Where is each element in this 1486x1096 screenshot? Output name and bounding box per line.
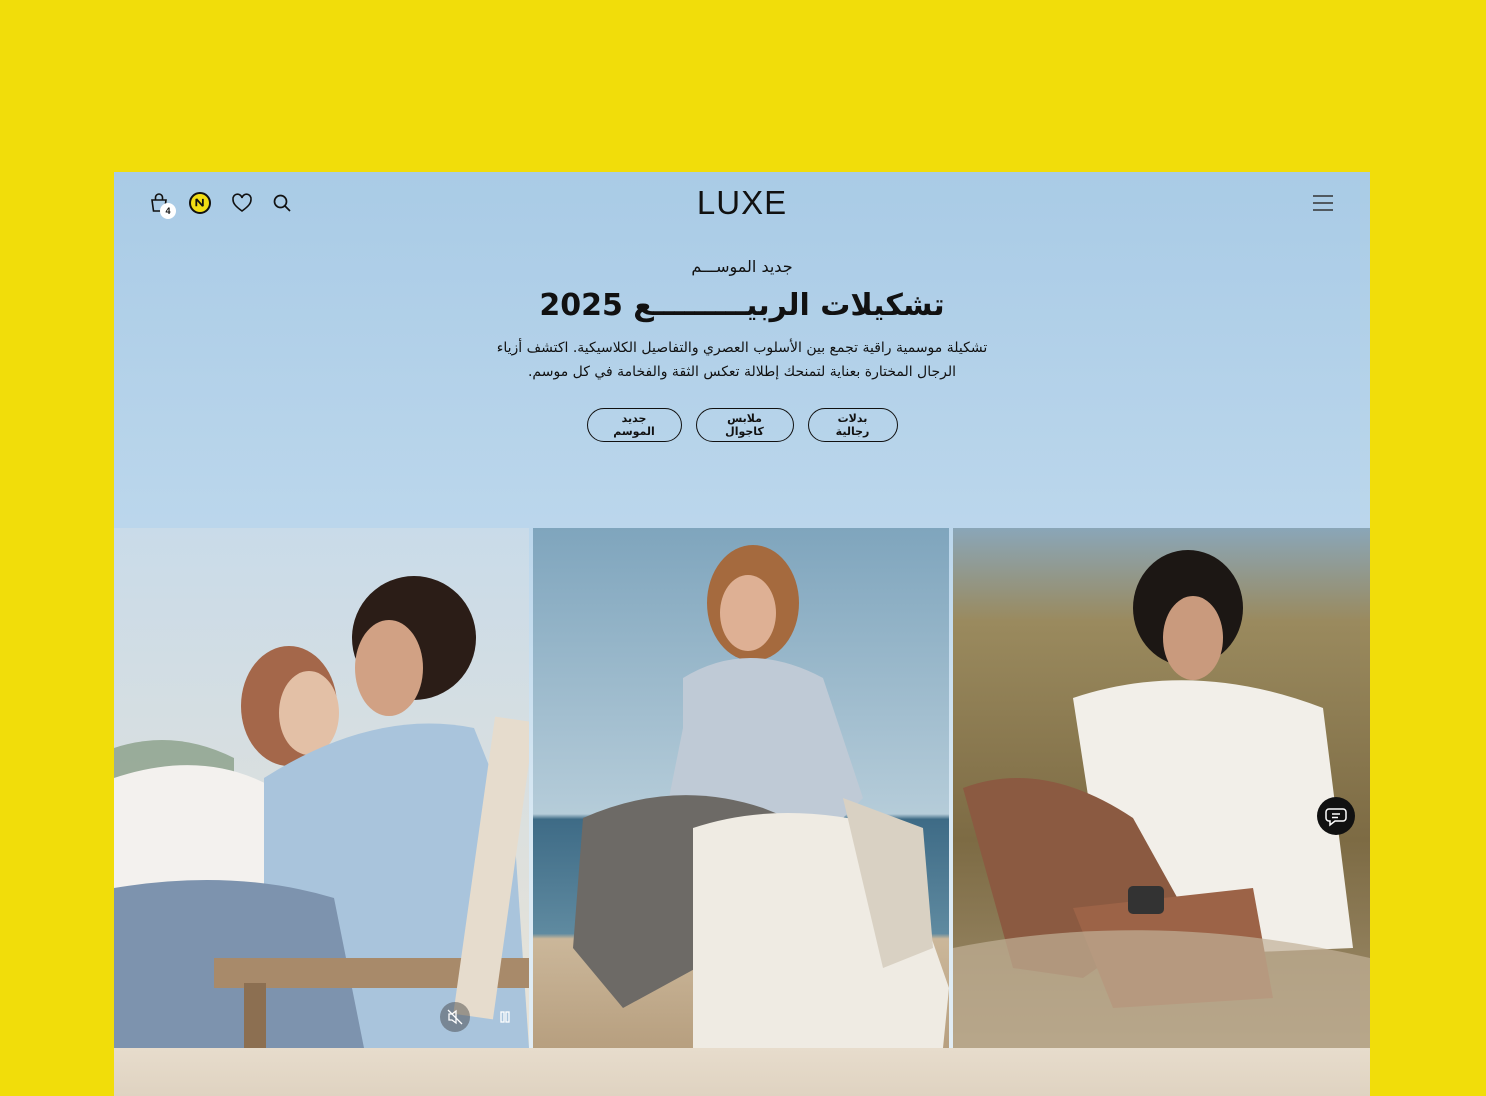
hero-photo-couple bbox=[114, 528, 529, 1048]
hero-title: تشكيلات الربيـــــــــع 2025 bbox=[539, 288, 945, 323]
casual-wear-button[interactable]: ملابس كاجوال bbox=[695, 408, 794, 442]
menu-icon[interactable] bbox=[1312, 194, 1334, 212]
hero-photo-man bbox=[953, 528, 1370, 1048]
chat-icon[interactable] bbox=[1317, 797, 1355, 835]
hero-photo-woman bbox=[533, 528, 949, 1048]
hero-buttons: جديد الموسم ملابس كاجوال بدلات رجالية bbox=[114, 408, 1370, 442]
sand-strip bbox=[114, 1048, 1370, 1096]
hero-section: جديد الموســـم تشكيلات الربيـــــــــع 2… bbox=[114, 256, 1370, 384]
site-header: 4 LUXE bbox=[114, 172, 1370, 234]
hero-description: تشكيلة موسمية راقية تجمع بين الأسلوب الع… bbox=[496, 340, 988, 380]
mute-icon[interactable] bbox=[440, 1002, 470, 1032]
hero-eyebrow: جديد الموســـم bbox=[691, 257, 793, 276]
new-season-button[interactable]: جديد الموسم bbox=[586, 408, 682, 442]
page-frame: 4 LUXE جديد الموســـم تشكيلات الربيـــــ… bbox=[114, 172, 1370, 1096]
pause-icon[interactable] bbox=[490, 1002, 520, 1032]
mens-suits-button[interactable]: بدلات رجالية bbox=[807, 408, 898, 442]
brand-logo[interactable]: LUXE bbox=[114, 184, 1370, 222]
